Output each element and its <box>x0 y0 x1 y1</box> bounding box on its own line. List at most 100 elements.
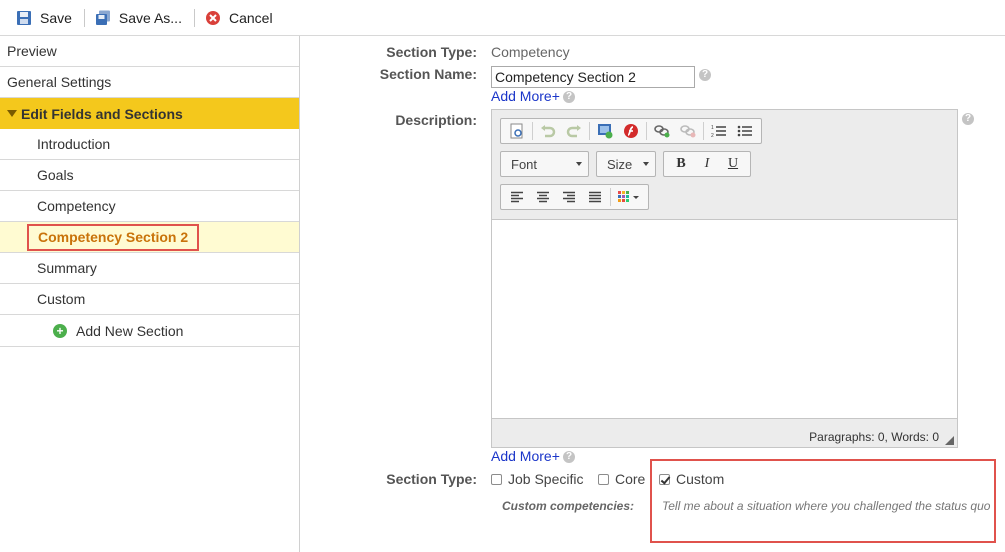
sidebar-item-label: Introduction <box>37 136 111 152</box>
sidebar-item-competency-section-2[interactable]: Competency Section 2 <box>0 222 299 253</box>
editor-toolbar-row-2: Font Size B I U <box>500 151 751 177</box>
sidebar-item-label: Custom <box>37 291 86 307</box>
italic-button[interactable]: I <box>697 154 717 174</box>
main-panel: Section Type: Competency Section Name: ?… <box>301 36 1005 552</box>
custom-label: Custom <box>676 471 725 487</box>
job-specific-option[interactable]: Job Specific <box>491 471 583 487</box>
dropdown-arrow-icon <box>576 162 582 166</box>
toolbar-divider <box>703 122 704 140</box>
text-color-icon[interactable] <box>616 187 642 207</box>
custom-competencies-label: Custom competencies: <box>501 499 634 513</box>
core-label: Core <box>615 471 646 487</box>
editor-tool-group: 12 <box>500 118 762 144</box>
sidebar-item-label: Summary <box>37 260 97 276</box>
sidebar-item-label: Competency Section 2 <box>27 223 200 251</box>
top-toolbar: Save Save As... Cancel <box>0 0 1005 36</box>
align-center-icon[interactable] <box>533 187 553 207</box>
text-format-group: B I U <box>663 151 751 177</box>
sidebar-item-preview[interactable]: Preview <box>0 36 299 67</box>
sidebar-item-label: General Settings <box>7 74 112 90</box>
add-more-link[interactable]: Add More+ <box>491 88 560 104</box>
save-as-label: Save As... <box>118 9 182 26</box>
sidebar-item-goals[interactable]: Goals <box>0 160 299 191</box>
editor-word-count: Paragraphs: 0, Words: 0 <box>809 430 939 444</box>
toolbar-divider <box>193 8 195 27</box>
insert-image-icon[interactable] <box>595 121 615 141</box>
justify-icon[interactable] <box>585 187 605 207</box>
redo-icon[interactable] <box>564 121 584 141</box>
toolbar-divider <box>83 8 85 27</box>
core-checkbox[interactable] <box>598 474 609 485</box>
font-select-label: Font <box>511 156 538 172</box>
sidebar-item-general-settings[interactable]: General Settings <box>0 67 299 98</box>
svg-text:1: 1 <box>711 125 714 131</box>
add-more-link-2[interactable]: Add More+ <box>491 448 560 464</box>
toolbar-divider <box>610 188 611 206</box>
help-icon[interactable]: ? <box>563 91 575 103</box>
sidebar-item-label: Preview <box>7 43 57 59</box>
help-icon[interactable]: ? <box>699 69 711 81</box>
section-name-label: Section Name: <box>379 66 477 82</box>
bulleted-list-icon[interactable] <box>735 121 755 141</box>
job-specific-label: Job Specific <box>508 471 584 487</box>
editor-toolbar-row-1: 12 <box>500 118 762 144</box>
align-left-icon[interactable] <box>507 187 527 207</box>
cancel-icon <box>205 10 220 25</box>
custom-option[interactable]: Custom <box>659 471 724 487</box>
undo-icon[interactable] <box>538 121 558 141</box>
caret-down-icon <box>7 110 17 117</box>
save-as-button[interactable]: Save As... <box>93 6 190 30</box>
insert-link-icon[interactable] <box>652 121 672 141</box>
save-icon <box>17 10 31 25</box>
unlink-icon[interactable] <box>678 121 698 141</box>
save-as-icon <box>95 10 110 25</box>
custom-competencies-text: Tell me about a situation where you chal… <box>662 499 991 513</box>
dropdown-arrow-icon <box>643 162 649 166</box>
cancel-button[interactable]: Cancel <box>203 6 281 30</box>
job-specific-checkbox[interactable] <box>491 474 502 485</box>
sidebar-item-label: Competency <box>37 198 116 214</box>
svg-text:2: 2 <box>711 133 714 138</box>
add-new-section-label: Add New Section <box>76 322 184 339</box>
save-label: Save <box>40 9 72 26</box>
cancel-label: Cancel <box>228 9 273 26</box>
custom-checkbox[interactable] <box>659 474 670 485</box>
sidebar-group-label: Edit Fields and Sections <box>21 105 183 122</box>
size-select[interactable]: Size <box>596 151 656 177</box>
align-right-icon[interactable] <box>559 187 579 207</box>
help-icon[interactable]: ? <box>962 113 974 125</box>
add-circle-icon: + <box>53 323 67 338</box>
description-editor-area[interactable] <box>492 219 957 419</box>
underline-button[interactable]: U <box>723 154 743 174</box>
section-type-choice-label: Section Type: <box>386 471 477 487</box>
sidebar-item-competency[interactable]: Competency <box>0 191 299 222</box>
alignment-group <box>500 184 649 210</box>
editor-toolbar-row-3 <box>500 184 649 210</box>
section-name-input[interactable] <box>491 66 695 88</box>
add-new-section-button[interactable]: + Add New Section <box>0 315 299 347</box>
sidebar-item-introduction[interactable]: Introduction <box>0 129 299 160</box>
add-more-label: Add More+ <box>491 448 560 464</box>
toolbar-divider <box>532 122 533 140</box>
sidebar: Preview General Settings Edit Fields and… <box>0 36 300 552</box>
toolbar-divider <box>646 122 647 140</box>
help-icon[interactable]: ? <box>563 451 575 463</box>
resize-handle-icon[interactable] <box>945 436 954 445</box>
numbered-list-icon[interactable]: 12 <box>709 121 729 141</box>
font-select[interactable]: Font <box>500 151 589 177</box>
save-button[interactable]: Save <box>14 6 80 30</box>
sidebar-item-custom[interactable]: Custom <box>0 284 299 315</box>
add-more-label: Add More+ <box>491 88 560 104</box>
sidebar-item-label: Goals <box>37 167 74 183</box>
bold-button[interactable]: B <box>671 154 691 174</box>
preview-document-icon[interactable] <box>507 121 527 141</box>
sidebar-item-summary[interactable]: Summary <box>0 253 299 284</box>
sidebar-group-edit-fields[interactable]: Edit Fields and Sections <box>0 98 299 129</box>
section-type-label: Section Type: <box>386 44 477 60</box>
description-label: Description: <box>395 112 477 128</box>
rich-text-editor: 12 Font Size B I U Paragraphs: 0, Words:… <box>491 109 958 448</box>
core-option[interactable]: Core <box>598 471 645 487</box>
toolbar-divider <box>589 122 590 140</box>
flash-icon[interactable] <box>621 121 641 141</box>
size-select-label: Size <box>607 156 633 172</box>
